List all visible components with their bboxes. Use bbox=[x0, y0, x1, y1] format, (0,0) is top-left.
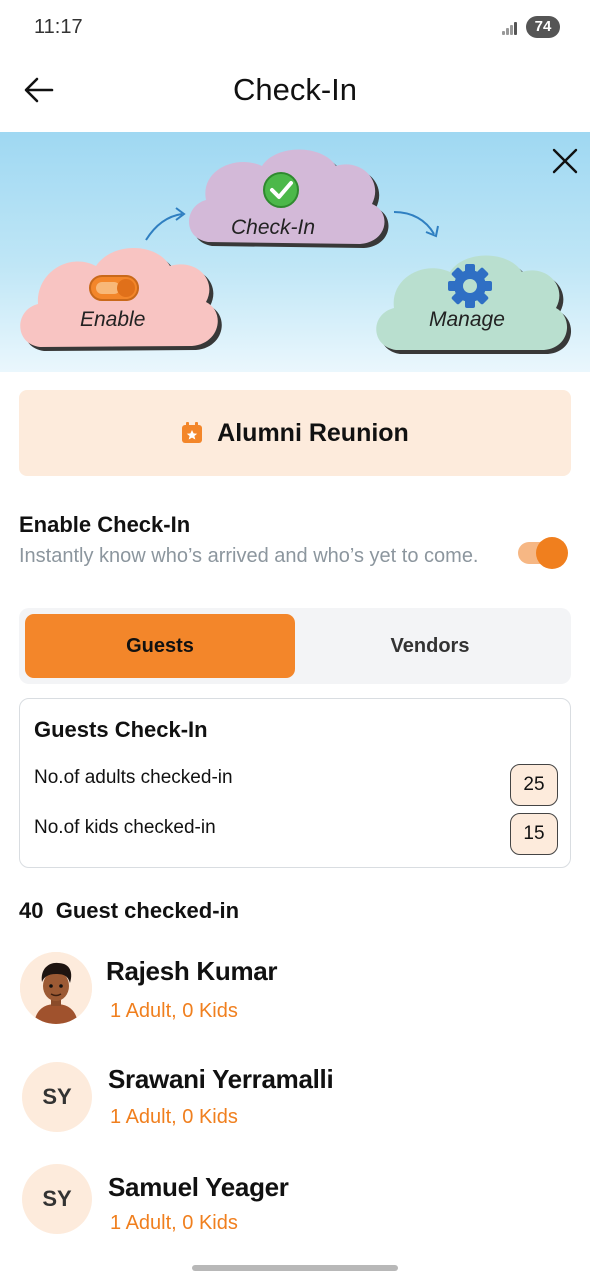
list-item[interactable]: SY Srawani Yerramalli 1 Adult, 0 Kids bbox=[0, 1058, 590, 1148]
tab-vendors[interactable]: Vendors bbox=[295, 614, 565, 678]
step-label-enable: Enable bbox=[80, 308, 146, 331]
person-avatar-icon bbox=[20, 952, 92, 1024]
guest-name: Rajesh Kumar bbox=[106, 956, 278, 986]
gear-icon bbox=[448, 264, 492, 308]
banner-illustration bbox=[20, 149, 572, 354]
guest-vendor-tabs: Guests Vendors bbox=[19, 608, 571, 684]
calendar-star-icon bbox=[182, 422, 203, 443]
close-icon bbox=[552, 148, 578, 174]
avatar: SY bbox=[22, 1062, 92, 1132]
guest-detail: 1 Adult, 0 Kids bbox=[110, 1000, 238, 1022]
arrow-right-icon bbox=[145, 213, 183, 241]
guest-name: Samuel Yeager bbox=[108, 1172, 289, 1202]
kids-count-badge: 15 bbox=[510, 813, 558, 855]
avatar bbox=[20, 952, 92, 1024]
avatar: SY bbox=[22, 1164, 92, 1234]
list-item[interactable]: Rajesh Kumar 1 Adult, 0 Kids bbox=[0, 948, 590, 1038]
guest-count: 40 bbox=[19, 898, 44, 923]
tab-guests[interactable]: Guests bbox=[25, 614, 295, 678]
guest-detail: 1 Adult, 0 Kids bbox=[110, 1212, 238, 1234]
list-item[interactable]: SY Samuel Yeager 1 Adult, 0 Kids bbox=[0, 1162, 590, 1252]
enable-checkin-description: Instantly know who’s arrived and who’s y… bbox=[19, 545, 479, 567]
step-label-checkin: Check-In bbox=[231, 216, 316, 239]
checkin-steps-banner: Enable Check-In Manage bbox=[0, 132, 590, 372]
check-circle-icon bbox=[263, 172, 299, 208]
adults-label: No.of adults checked-in bbox=[34, 767, 233, 788]
guest-count-label: Guest checked-in bbox=[55, 898, 240, 923]
status-bar: 11:17 74 bbox=[0, 0, 590, 56]
page-title: Check-In bbox=[232, 72, 358, 107]
toggle-icon bbox=[89, 275, 139, 301]
home-indicator bbox=[192, 1265, 398, 1271]
adults-count-badge: 25 bbox=[510, 764, 558, 806]
event-name: Alumni Reunion bbox=[217, 418, 409, 447]
step-label-manage: Manage bbox=[429, 308, 505, 331]
enable-checkin-title: Enable Check-In bbox=[19, 512, 191, 537]
enable-checkin-toggle[interactable] bbox=[516, 536, 568, 570]
guest-count-heading: 40 Guest checked-in bbox=[19, 898, 239, 924]
toggle-knob bbox=[536, 537, 568, 569]
kids-label: No.of kids checked-in bbox=[34, 817, 216, 838]
event-card: Alumni Reunion bbox=[19, 390, 571, 476]
battery-indicator: 74 bbox=[526, 16, 560, 38]
app-header: Check-In bbox=[0, 56, 590, 132]
status-time: 11:17 bbox=[34, 16, 83, 38]
guest-name: Srawani Yerramalli bbox=[108, 1064, 334, 1094]
signal-icon bbox=[502, 21, 518, 35]
guest-detail: 1 Adult, 0 Kids bbox=[110, 1106, 238, 1128]
arrow-right-icon bbox=[393, 211, 435, 235]
guests-checkin-summary: Guests Check-In No.of adults checked-in … bbox=[19, 698, 571, 868]
close-banner-button[interactable] bbox=[548, 144, 582, 178]
summary-title: Guests Check-In bbox=[34, 717, 208, 742]
